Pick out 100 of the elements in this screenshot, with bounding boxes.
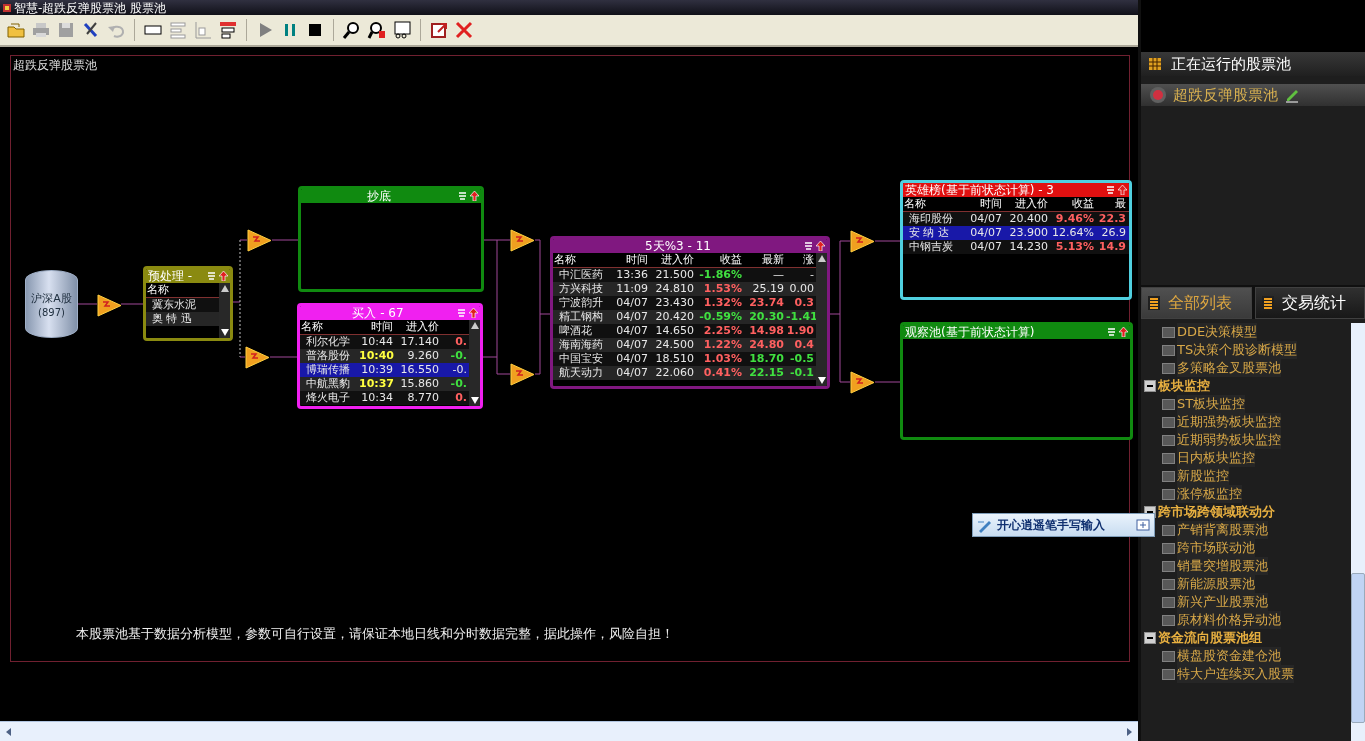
pool-title: 英雄榜(基于前状态计算) - 3 (905, 183, 1055, 197)
tree-item[interactable]: 涨停板监控 (1177, 485, 1242, 503)
tree-item[interactable]: 销量突增股票池 (1177, 557, 1268, 575)
item-icon (1162, 344, 1175, 356)
scroll-up-icon[interactable] (220, 285, 229, 292)
table-row[interactable]: 宁波韵升 04/07 23.430 1.32% 23.74 0.3 (553, 296, 816, 310)
tree-item[interactable]: 新能源股票池 (1177, 575, 1255, 593)
sort-icon[interactable] (804, 241, 813, 251)
up-arrow-icon[interactable] (470, 191, 479, 201)
table-row[interactable]: 中汇医药 13:36 21.500 -1.86% — - (553, 268, 816, 282)
table-row[interactable]: 方兴科技 11:09 24.810 1.53% 25.19 0.00 (553, 282, 816, 296)
connector-line (77, 303, 98, 305)
tree-item[interactable]: 新股监控 (1177, 467, 1229, 485)
triangle-icon[interactable] (247, 228, 272, 253)
scroll-up-icon[interactable] (817, 255, 826, 262)
triangle-icon[interactable] (97, 293, 122, 318)
scrollbar[interactable] (469, 320, 480, 406)
tree-item[interactable]: 新兴产业股票池 (1177, 593, 1268, 611)
image-icon[interactable] (392, 20, 412, 40)
scroll-down-icon[interactable] (470, 397, 479, 404)
scroll-down-icon[interactable] (817, 377, 826, 384)
export-icon[interactable] (429, 20, 449, 40)
connector-line (874, 240, 901, 242)
tree-item[interactable]: ST板块监控 (1177, 395, 1246, 413)
search-icon[interactable] (342, 20, 362, 40)
edit-icon[interactable] (1284, 87, 1300, 103)
tree-item[interactable]: TS决策个股诊断模型 (1177, 341, 1298, 359)
tree-item[interactable]: 近期强势板块监控 (1177, 413, 1281, 431)
search-icon[interactable] (367, 20, 387, 40)
table-row[interactable]: 中国宝安 04/07 18.510 1.03% 18.70 -0.5 (553, 352, 816, 366)
vertical-scrollbar[interactable] (1351, 323, 1365, 741)
column-header: 名称 (553, 253, 577, 267)
scrollbar[interactable] (816, 253, 827, 386)
table-row[interactable]: 普洛股份 10:40 9.260 -0. (300, 349, 469, 363)
tab[interactable]: 交易统计 (1254, 287, 1365, 319)
list-icon (1261, 296, 1274, 310)
column-header: 名称 (300, 320, 324, 334)
up-arrow-icon[interactable] (469, 308, 478, 318)
triangle-icon[interactable] (245, 345, 270, 370)
tree-item[interactable]: DDE决策模型 (1177, 323, 1258, 341)
tree-group[interactable]: 板块监控 (1158, 377, 1210, 395)
tree-item[interactable]: 近期弱势板块监控 (1177, 431, 1281, 449)
column-header: 最新 (761, 253, 785, 267)
sort-icon[interactable] (1107, 327, 1116, 337)
collapse-toggle[interactable] (1144, 632, 1156, 644)
tree-item[interactable]: 产销背离股票池 (1177, 521, 1268, 539)
tree-item[interactable]: 特大户连续买入股票 (1177, 665, 1294, 683)
table-row[interactable]: 中航黑豹 10:37 15.860 -0. (300, 377, 469, 391)
table-row[interactable]: 安 纳 达 04/07 23.900 12.64% 26.9 (903, 226, 1129, 240)
table-row[interactable]: 烽火电子 10:34 8.770 0. (300, 391, 469, 405)
tree-item[interactable]: 跨市场联动池 (1177, 539, 1255, 557)
layers-icon[interactable] (218, 20, 238, 40)
scroll-up-icon[interactable] (470, 322, 479, 329)
column-header: 收益 (719, 253, 743, 267)
item-icon (1162, 560, 1175, 572)
collapse-toggle[interactable] (1144, 380, 1156, 392)
scrollbar[interactable] (219, 283, 230, 338)
triangle-icon[interactable] (850, 229, 875, 254)
tree-item[interactable]: 横盘股资金建仓池 (1177, 647, 1281, 665)
sort-icon[interactable] (458, 191, 467, 201)
triangle-icon[interactable] (510, 228, 535, 253)
triangle-icon[interactable] (510, 362, 535, 387)
table-row[interactable]: 精工钢构 04/07 20.420 -0.59% 20.30 -1.41 (553, 310, 816, 324)
up-arrow-icon[interactable] (816, 241, 825, 251)
tree-group[interactable]: 跨市场跨领域联动分 (1158, 503, 1275, 521)
item-icon (1162, 578, 1175, 590)
pool-title: 抄底 (366, 189, 392, 203)
table-row[interactable]: 海印股份 04/07 20.400 9.46% 22.3 (903, 212, 1129, 226)
item-icon (1162, 416, 1175, 428)
triangle-icon[interactable] (850, 370, 875, 395)
table-row[interactable]: 博瑞传播 10:39 16.550 -0. (300, 363, 469, 377)
grid-icon (1149, 58, 1161, 70)
table-row[interactable]: 利尔化学 10:44 17.140 0. (300, 335, 469, 349)
table-row[interactable]: 海南海药 04/07 24.500 1.22% 24.80 0.4 (553, 338, 816, 352)
scroll-down-icon[interactable] (220, 329, 229, 336)
connector-line (120, 303, 144, 305)
source-count: (897) (38, 306, 65, 318)
connector-line (269, 356, 298, 358)
close-icon[interactable] (454, 20, 474, 40)
up-arrow-icon[interactable] (219, 271, 228, 281)
table-row[interactable]: 中钢吉炭 04/07 14.230 5.13% 14.9 (903, 240, 1129, 254)
tree-item[interactable]: 原材料价格异动池 (1177, 611, 1281, 629)
tree-item[interactable]: 日内板块监控 (1177, 449, 1255, 467)
horizontal-scrollbar[interactable] (0, 721, 1138, 741)
list-icon (1148, 296, 1160, 310)
table-row[interactable]: 航天动力 04/07 22.060 0.41% 22.15 -0.1 (553, 366, 816, 380)
keyboard-icon[interactable] (1136, 519, 1150, 531)
sort-icon[interactable] (1106, 185, 1115, 195)
up-arrow-icon[interactable] (1119, 327, 1128, 337)
running-pool-item[interactable]: 超跌反弹股票池 (1141, 84, 1365, 106)
tab[interactable]: 全部列表 (1141, 287, 1252, 319)
tree-item[interactable]: 多策略金叉股票池 (1177, 359, 1281, 377)
item-icon (1162, 398, 1175, 410)
up-arrow-icon[interactable] (1118, 185, 1127, 195)
pool-title: 预处理 - (148, 269, 194, 283)
tree-group[interactable]: 资金流向股票池组 (1158, 629, 1262, 647)
item-icon (1162, 470, 1175, 482)
table-row[interactable]: 啤酒花 04/07 14.650 2.25% 14.98 1.90 (553, 324, 816, 338)
sort-icon[interactable] (207, 271, 216, 281)
column-header: 收益 (1071, 197, 1095, 211)
